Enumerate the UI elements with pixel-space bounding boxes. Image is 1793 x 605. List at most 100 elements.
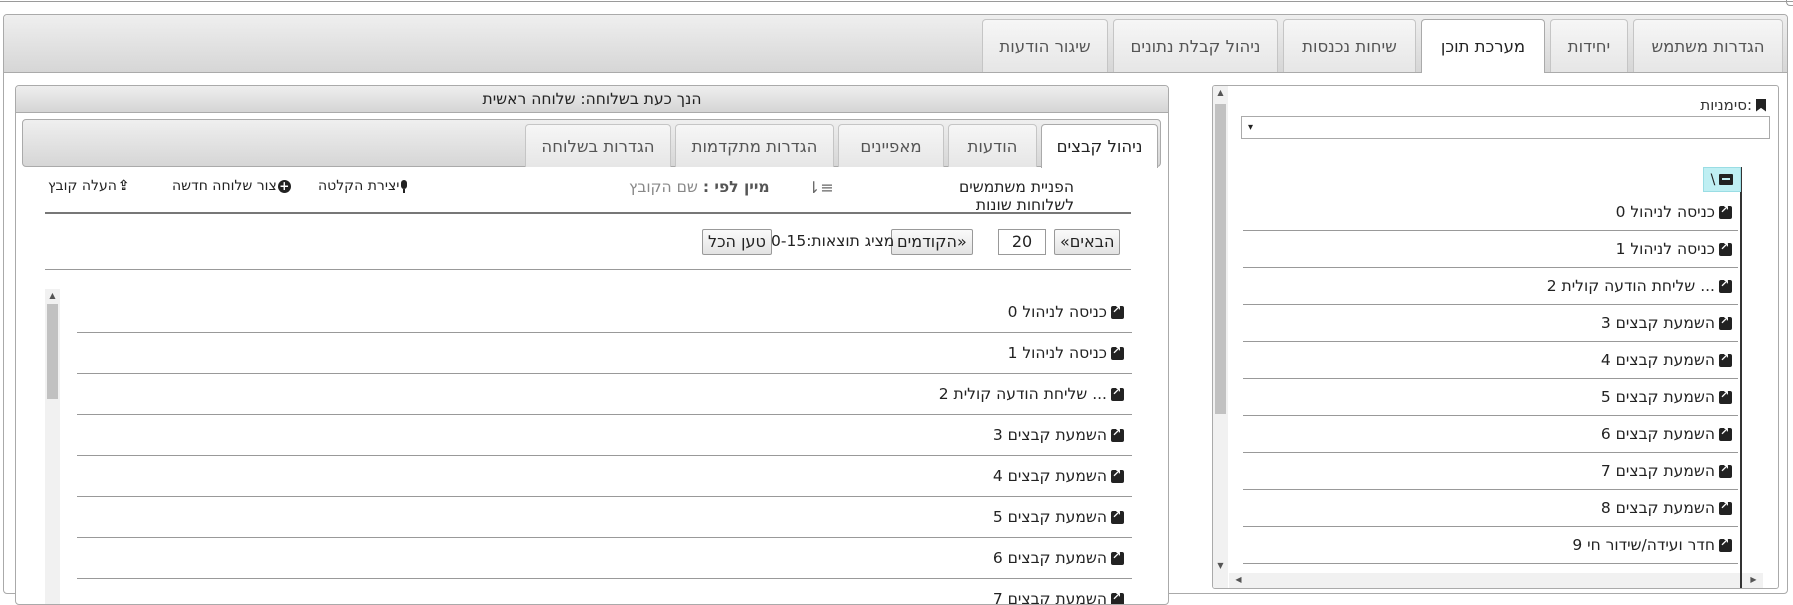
list-item[interactable]: 3 השמעת קבצים bbox=[77, 415, 1132, 456]
bookmarks-scrollbar[interactable]: ▲ ▼ bbox=[1213, 86, 1228, 588]
bookmark-icon bbox=[1756, 99, 1766, 112]
scroll-down-icon[interactable]: ▼ bbox=[1213, 561, 1228, 570]
upload-file-label: העלה קובץ bbox=[48, 178, 117, 194]
external-link-icon bbox=[1111, 552, 1124, 565]
tab-advanced-settings[interactable]: הגדרות מתקדמות bbox=[675, 124, 834, 167]
external-link-icon bbox=[1111, 429, 1124, 442]
list-item[interactable]: 7 השמעת קבצים bbox=[1243, 453, 1738, 490]
item-label: 7 השמעת קבצים bbox=[1601, 462, 1715, 480]
external-link-icon bbox=[1719, 502, 1732, 515]
external-link-icon bbox=[1719, 428, 1732, 441]
list-item[interactable]: 4 השמעת קבצים bbox=[77, 456, 1132, 497]
results-count: מציג תוצאות:0-15 bbox=[771, 232, 894, 250]
list-item[interactable]: 5 השמעת קבצים bbox=[1243, 379, 1738, 416]
tab-file-management[interactable]: ניהול קבצים bbox=[1041, 124, 1158, 168]
files-list: 0 כניסה לניהול 1 כניסה לניהול 2 שליחת הו… bbox=[77, 292, 1132, 605]
next-button[interactable]: «הבאים bbox=[1054, 229, 1120, 255]
list-item[interactable]: 2 שליחת הודעה קולית ... bbox=[1243, 268, 1738, 305]
scroll-right-icon[interactable]: ▶ bbox=[1746, 575, 1761, 584]
scroll-thumb[interactable] bbox=[1215, 104, 1226, 414]
bookmarks-list: 0 כניסה לניהול 1 כניסה לניהול 2 שליחת הו… bbox=[1243, 194, 1738, 564]
item-label: 0 כניסה לניהול bbox=[1616, 203, 1715, 221]
files-scrollbar[interactable]: ▲ bbox=[45, 289, 60, 605]
sort-by-value: שם הקובץ bbox=[629, 178, 698, 196]
list-item[interactable]: 8 השמעת קבצים bbox=[1243, 490, 1738, 527]
item-label: 1 כניסה לניהול bbox=[1616, 240, 1715, 258]
item-label: 6 השמעת קבצים bbox=[993, 549, 1107, 567]
create-recording-label: יצירת הקלטה bbox=[318, 178, 399, 194]
item-label: 8 השמעת קבצים bbox=[1601, 499, 1715, 517]
page-size-input[interactable]: 20 bbox=[998, 229, 1046, 255]
item-label: 4 השמעת קבצים bbox=[1601, 351, 1715, 369]
sort-by-label: מיין לפי : bbox=[703, 178, 770, 196]
list-item[interactable]: 6 השמעת קבצים bbox=[1243, 416, 1738, 453]
tab-properties[interactable]: מאפיינים bbox=[838, 124, 944, 167]
microphone-icon bbox=[400, 180, 408, 193]
item-label: 9 חדר ועידה/שידור חי bbox=[1572, 536, 1715, 554]
previous-button[interactable]: הקודמים» bbox=[891, 229, 973, 255]
list-item[interactable]: 0 כניסה לניהול bbox=[77, 292, 1132, 333]
tree-root-label: \ bbox=[1711, 172, 1716, 188]
scroll-left-icon[interactable]: ◀ bbox=[1231, 575, 1246, 584]
tree-line bbox=[1740, 167, 1742, 589]
main-tabbar: הגדרות משתמש יחידות מערכת תוכן שיחות נכנ… bbox=[4, 15, 1787, 73]
tab-data-reception[interactable]: ניהול קבלת נתונים bbox=[1113, 19, 1278, 72]
item-label: 3 השמעת קבצים bbox=[1601, 314, 1715, 332]
external-link-icon bbox=[1111, 470, 1124, 483]
list-item[interactable]: 6 השמעת קבצים bbox=[77, 538, 1132, 579]
top-border bbox=[0, 0, 1793, 2]
tab-messages[interactable]: הודעות bbox=[948, 124, 1037, 167]
item-label: 3 השמעת קבצים bbox=[993, 426, 1107, 444]
item-label: 1 כניסה לניהול bbox=[1008, 344, 1107, 362]
external-link-icon bbox=[1719, 317, 1732, 330]
scroll-up-icon[interactable]: ▲ bbox=[45, 291, 60, 300]
tab-send-messages[interactable]: שיגור הודעות bbox=[982, 19, 1108, 72]
tab-content-system[interactable]: מערכת תוכן bbox=[1421, 19, 1545, 73]
extension-header: הנך כעת בשלוחה: שלוחה ראשית bbox=[16, 86, 1168, 113]
top-corner bbox=[1786, 0, 1793, 6]
tab-units[interactable]: יחידות bbox=[1550, 19, 1628, 72]
load-all-button[interactable]: טען הכל bbox=[702, 229, 772, 255]
item-label: 7 השמעת קבצים bbox=[993, 590, 1107, 605]
upload-file-button[interactable]: העלה קובץ ⇪ bbox=[48, 178, 130, 194]
external-link-icon bbox=[1111, 306, 1124, 319]
list-item[interactable]: 2 שליחת הודעה קולית ... bbox=[77, 374, 1132, 415]
external-link-icon bbox=[1111, 511, 1124, 524]
bookmarks-hscrollbar[interactable]: ◀ ▶ bbox=[1229, 573, 1763, 588]
sort-icon[interactable]: ⇂≡ bbox=[807, 178, 834, 197]
scroll-up-icon[interactable]: ▲ bbox=[1213, 88, 1228, 97]
external-link-icon bbox=[1719, 354, 1732, 367]
bookmarks-select[interactable]: ▾ bbox=[1241, 116, 1770, 139]
scroll-thumb[interactable] bbox=[47, 304, 58, 399]
external-link-icon bbox=[1111, 593, 1124, 605]
sort-by-control[interactable]: מיין לפי : שם הקובץ bbox=[629, 178, 770, 196]
tab-user-settings[interactable]: הגדרות משתמש bbox=[1633, 19, 1783, 72]
extension-panel: הנך כעת בשלוחה: שלוחה ראשית ניהול קבצים … bbox=[15, 85, 1169, 605]
list-item[interactable]: 9 חדר ועידה/שידור חי bbox=[1243, 527, 1738, 564]
main-container: הגדרות משתמש יחידות מערכת תוכן שיחות נכנ… bbox=[3, 14, 1788, 594]
tree-root[interactable]: \ bbox=[1703, 167, 1741, 192]
files-toolbar: הפניית משתמשים לשלוחות שונות ⇂≡ מיין לפי… bbox=[45, 176, 1131, 214]
archive-icon bbox=[1719, 174, 1733, 185]
new-extension-button[interactable]: צור שלוחה חדשה + bbox=[172, 178, 291, 194]
list-item[interactable]: 1 כניסה לניהול bbox=[1243, 231, 1738, 268]
external-link-icon bbox=[1719, 206, 1732, 219]
external-link-icon bbox=[1719, 391, 1732, 404]
tab-incoming-calls[interactable]: שיחות נכנסות bbox=[1283, 19, 1416, 72]
list-item[interactable]: 7 השמעת קבצים bbox=[77, 579, 1132, 605]
external-link-icon bbox=[1111, 388, 1124, 401]
item-label: 5 השמעת קבצים bbox=[1601, 388, 1715, 406]
new-extension-label: צור שלוחה חדשה bbox=[172, 178, 277, 194]
tab-extension-settings[interactable]: הגדרות בשלוחה bbox=[525, 124, 671, 167]
bookmarks-label-row: סימניות: bbox=[1700, 96, 1766, 114]
list-item[interactable]: 3 השמעת קבצים bbox=[1243, 305, 1738, 342]
external-link-icon bbox=[1719, 539, 1732, 552]
list-item[interactable]: 0 כניסה לניהול bbox=[1243, 194, 1738, 231]
list-item[interactable]: 4 השמעת קבצים bbox=[1243, 342, 1738, 379]
list-item[interactable]: 1 כניסה לניהול bbox=[77, 333, 1132, 374]
item-label: 2 שליחת הודעה קולית ... bbox=[1547, 277, 1715, 295]
pager: «הבאים 20 הקודמים» מציג תוצאות:0-15 טען … bbox=[45, 229, 1131, 270]
list-item[interactable]: 5 השמעת קבצים bbox=[77, 497, 1132, 538]
create-recording-button[interactable]: יצירת הקלטה bbox=[318, 178, 408, 194]
external-link-icon bbox=[1719, 465, 1732, 478]
